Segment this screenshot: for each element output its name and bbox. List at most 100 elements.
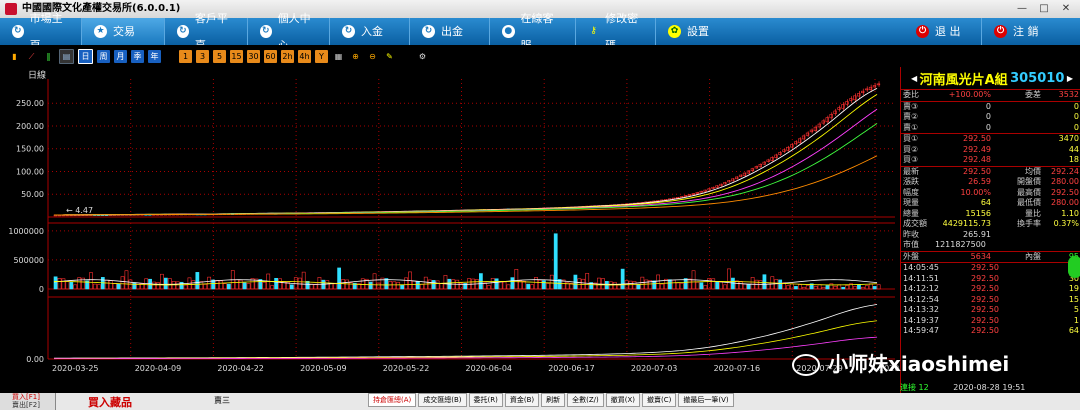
buy2-row[interactable]: 買② 292.49 44: [901, 145, 1080, 156]
sell3-row[interactable]: 賣③ 0 0: [901, 102, 1080, 113]
stat-row: 幅度 10.00% 最高價 292.50: [903, 187, 1079, 197]
nav-online-service[interactable]: ●在線客服: [490, 12, 576, 52]
volume-bar: [416, 281, 420, 290]
nav-settings[interactable]: ✿ 設置: [656, 18, 904, 45]
period-quarter[interactable]: 季: [131, 49, 144, 63]
nav-trade[interactable]: ★ 交易: [82, 18, 165, 45]
weibi-row: 委比 +100.00% 委差 3532: [903, 90, 1079, 99]
sell1-row[interactable]: 賣① 0 0: [901, 123, 1080, 134]
volume-bar: [794, 286, 798, 290]
tick-row: 14:12:12 292.50 19: [903, 284, 1079, 293]
volume-bar: [746, 284, 751, 290]
tick-row: 14:59:47 292.50 64: [903, 326, 1079, 335]
power-icon: ⏻: [994, 25, 1007, 38]
volume-bar: [400, 284, 405, 290]
nav-personal-center[interactable]: ↻個人中心: [248, 12, 330, 52]
tab-0[interactable]: 持倉匯總(A): [368, 393, 417, 407]
settings-icon[interactable]: ⚙: [416, 50, 429, 63]
date-label: 2020-04-09: [135, 364, 182, 373]
minute-1[interactable]: 1: [179, 49, 192, 63]
nav-deposit[interactable]: ↻ 入金: [330, 18, 410, 45]
minute-3[interactable]: 3: [196, 49, 209, 63]
minute-30[interactable]: 30: [247, 49, 260, 63]
app-logo-icon: [5, 3, 17, 15]
volume-tick-label: 500000: [13, 256, 44, 265]
volume-bar: [762, 274, 767, 290]
zoom-out-icon[interactable]: ⊖: [366, 50, 379, 63]
stock-header: ◀ 河南風光片A組 305010 ▶: [901, 67, 1080, 90]
price-tick-label: 250.00: [16, 99, 44, 108]
volume-bar: [69, 281, 74, 290]
period-label: 日線: [28, 69, 46, 81]
nav-logout[interactable]: ⏻ 退 出: [904, 18, 982, 45]
buy-menu-item[interactable]: 買入[F1]: [0, 393, 55, 401]
volume-bar: [431, 280, 436, 290]
stock-name: 河南風光片A組: [919, 72, 1008, 88]
period-week[interactable]: 周: [97, 49, 110, 63]
volume-bar: [715, 281, 720, 290]
tab-7[interactable]: 撤賣(C): [642, 393, 677, 407]
tab-2[interactable]: 委托(R): [468, 393, 503, 407]
volume-bar: [116, 283, 121, 290]
period-month[interactable]: 月: [114, 49, 127, 63]
tab-6[interactable]: 撤買(X): [605, 393, 641, 407]
grid-icon[interactable]: ▤: [59, 48, 74, 64]
minute-15[interactable]: 15: [230, 49, 243, 63]
close-icon[interactable]: ✕: [1056, 1, 1076, 16]
volume-bar: [652, 280, 657, 290]
tab-8[interactable]: 撤最后一筆(V): [678, 393, 734, 407]
stat-row: 現量 64 最低價 280.00: [903, 198, 1079, 207]
nav-withdraw[interactable]: ↻ 出金: [410, 18, 490, 45]
tab-1[interactable]: 成交匯總(B): [418, 393, 467, 407]
sell2-row[interactable]: 賣② 0 0: [901, 112, 1080, 123]
volume-bar: [274, 277, 278, 290]
next-stock-icon[interactable]: ▶: [1067, 74, 1073, 83]
nav-home[interactable]: ↻市場主頁: [0, 12, 82, 52]
volume-bar: [872, 286, 877, 290]
settings-icon: ✿: [668, 25, 681, 38]
sell-menu-item[interactable]: 賣出[F2]: [0, 401, 55, 409]
volume-bar: [825, 285, 830, 290]
quote-panel: ◀ 河南風光片A組 305010 ▶ 委比 +100.00% 委差 3532 賣…: [900, 67, 1080, 395]
outer-inner-row: 外盤5634內盤95: [903, 251, 1079, 261]
refresh-icon: ↻: [177, 25, 189, 38]
bar-chart-icon[interactable]: ▮: [8, 50, 21, 63]
candle-chart-icon[interactable]: ‖: [42, 50, 55, 63]
zoom-in-icon[interactable]: ⊕: [349, 50, 362, 63]
chart-svg: 日線 250.00 200.00 150.00 100.00 50.00 1000000 5…: [0, 67, 915, 393]
refresh-icon: ↻: [260, 25, 272, 38]
hour-2[interactable]: 2h: [281, 49, 294, 63]
tab-4[interactable]: 刷新: [541, 393, 566, 407]
status-bar: 連接 12 2020-08-28 19:51: [900, 383, 1026, 392]
notes-icon[interactable]: ▦: [332, 50, 345, 63]
tab-3[interactable]: 資金(B): [504, 393, 540, 407]
buy1-row[interactable]: 買① 292.50 3470: [901, 134, 1080, 145]
volume-bar: [526, 283, 531, 290]
prev-stock-icon[interactable]: ◀: [911, 74, 917, 83]
tab-5[interactable]: 全數(Z/): [567, 393, 604, 407]
line-chart-icon[interactable]: ⟋: [25, 50, 38, 63]
stat-row: 成交額 4429115.73 換手率 0.37%: [903, 219, 1079, 228]
period-y[interactable]: Y: [315, 49, 328, 63]
period-day[interactable]: 日: [78, 48, 93, 64]
period-year[interactable]: 年: [148, 49, 161, 63]
volume-bar: [226, 283, 231, 290]
maximize-icon[interactable]: □: [1034, 1, 1054, 16]
floating-indicator-icon[interactable]: [1068, 256, 1080, 278]
kline-chart[interactable]: 日線 250.00 200.00 150.00 100.00 50.00 1000000 5…: [0, 67, 915, 405]
stock-code: 305010: [1010, 70, 1065, 86]
minute-5[interactable]: 5: [213, 49, 226, 63]
refresh-icon: ↻: [342, 25, 355, 38]
minute-60[interactable]: 60: [264, 49, 277, 63]
volume-bar: [53, 276, 58, 290]
key-icon: ⚷: [590, 26, 597, 36]
nav-cancel[interactable]: ⏻ 注 銷: [982, 18, 1059, 45]
date-label: 2020-07-03: [631, 364, 678, 373]
buy3-row[interactable]: 買③ 292.48 18: [901, 155, 1080, 166]
draw-icon[interactable]: ✎: [383, 50, 396, 63]
date-label: 2020-06-04: [466, 364, 513, 373]
hour-4[interactable]: 4h: [298, 49, 311, 63]
nav-client-platform[interactable]: ↻客戶平臺: [165, 12, 248, 52]
minimize-icon[interactable]: —: [1012, 1, 1032, 16]
nav-change-password[interactable]: ⚷修改密碼: [576, 12, 656, 52]
